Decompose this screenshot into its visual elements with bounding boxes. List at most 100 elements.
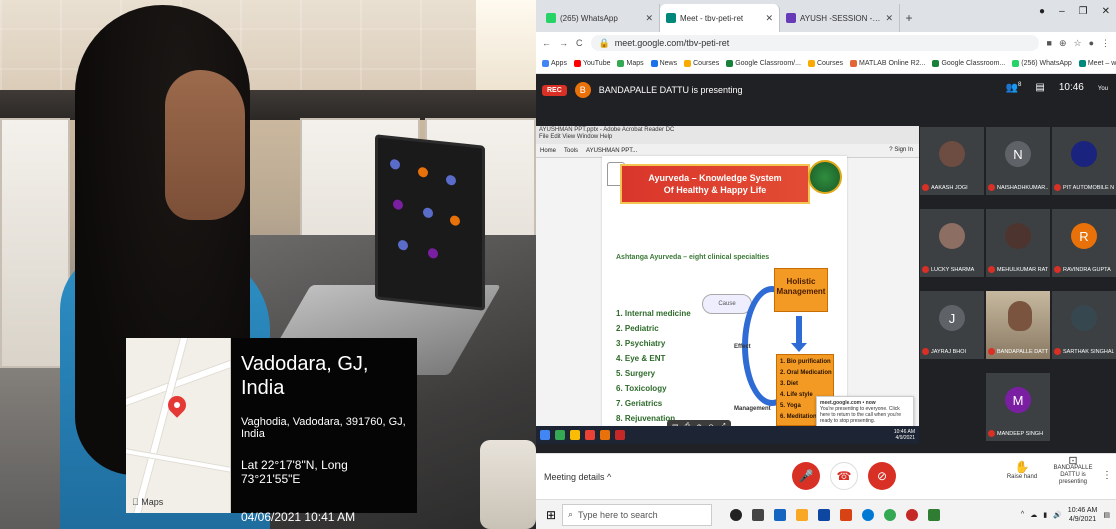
mic-muted-icon bbox=[922, 266, 929, 273]
camera-off-button[interactable]: ⊘ bbox=[868, 462, 896, 490]
volume-icon[interactable]: 🔊 bbox=[1053, 511, 1062, 519]
mic-off-button[interactable]: 🎤 bbox=[792, 462, 820, 490]
participants-icon[interactable]: 👥8 bbox=[1006, 82, 1022, 93]
bookmark-item[interactable]: Google Classroom... bbox=[932, 60, 1005, 67]
holistic-management-box: Holistic Management bbox=[774, 268, 828, 312]
green-app-icon[interactable] bbox=[928, 508, 940, 521]
tab-google-forms[interactable]: AYUSH -SESSION - Google Forms ✕ bbox=[780, 4, 900, 32]
tab-meet[interactable]: Meet - tbv-peti-ret ✕ bbox=[660, 4, 780, 32]
bookmark-item[interactable]: MATLAB Online R2... bbox=[850, 60, 925, 67]
participant-name: JAYRAJ BHOI bbox=[922, 348, 982, 355]
cortana-icon[interactable] bbox=[730, 508, 742, 521]
participant-video bbox=[1008, 301, 1032, 331]
participant-name: LUCKY SHARMA bbox=[922, 266, 982, 273]
close-window-icon[interactable]: ✕ bbox=[1102, 6, 1110, 17]
location-map:  Maps bbox=[126, 338, 231, 513]
presentation-slide: Ayurveda – Knowledge System Of Healthy &… bbox=[602, 156, 847, 432]
url-field[interactable]: 🔒 meet.google.com/tbv-peti-ret bbox=[590, 35, 1039, 51]
zoom-icon[interactable]: ⊕ bbox=[1059, 38, 1067, 49]
taskbar-search[interactable]: ⌕ Type here to search bbox=[562, 503, 712, 526]
forward-icon[interactable]: → bbox=[559, 38, 568, 48]
raise-hand-button[interactable]: ✋ Raise hand bbox=[1004, 460, 1040, 480]
reader-tab-document[interactable]: AYUSHMAN PPT... bbox=[586, 148, 637, 154]
bookmark-icon bbox=[573, 60, 581, 67]
close-icon[interactable]: ✕ bbox=[885, 13, 893, 24]
participant-grid: AAKASH JOGI N NAISHADHKUMAR... PIT AUTOMOBI… bbox=[919, 126, 1116, 456]
reader-sign-in[interactable]: ? Sign In bbox=[889, 147, 913, 153]
windows-start-icon[interactable]: ⊞ bbox=[540, 504, 562, 526]
shared-taskbar: 10:46 AM 4/9/2021 bbox=[536, 426, 919, 444]
mic-muted-icon bbox=[922, 184, 929, 191]
participant-tile[interactable]: R RAVINDRA GUPTA bbox=[1051, 208, 1116, 278]
reader-tab-tools[interactable]: Tools bbox=[564, 148, 578, 154]
edge-icon[interactable] bbox=[862, 508, 874, 521]
reload-icon[interactable]: C bbox=[576, 38, 583, 48]
mail-icon[interactable] bbox=[818, 508, 830, 521]
mic-muted-icon bbox=[1054, 184, 1061, 191]
notifications-icon[interactable]: ▤ bbox=[1103, 511, 1110, 519]
bookmark-item[interactable]: Apps bbox=[542, 60, 567, 67]
participant-tile[interactable]: LUCKY SHARMA bbox=[919, 208, 985, 278]
participant-tile[interactable]: AAKASH JOGI bbox=[919, 126, 985, 196]
menu-icon[interactable]: ⋮ bbox=[1101, 38, 1110, 49]
profile-icon[interactable]: ● bbox=[1089, 38, 1094, 49]
presenting-banner: BANDAPALLE DATTU is presenting bbox=[598, 85, 743, 95]
participant-tile[interactable]: J JAYRAJ BHOI bbox=[919, 290, 985, 360]
star-icon[interactable]: ☆ bbox=[1073, 38, 1081, 49]
participant-name: PIT AUTOMOBILE N... bbox=[1054, 184, 1114, 191]
explorer-icon[interactable] bbox=[796, 508, 808, 521]
office-icon[interactable] bbox=[840, 508, 852, 521]
bookmark-item[interactable]: Courses bbox=[684, 60, 719, 67]
camera-icon[interactable]: ■ bbox=[1047, 38, 1052, 49]
bookmark-item[interactable]: News bbox=[650, 60, 677, 67]
participant-tile[interactable]: N NAISHADHKUMAR... bbox=[985, 126, 1051, 196]
bookmark-item[interactable]: Google Classroom/... bbox=[726, 60, 801, 67]
bookmark-item[interactable]: YouTube bbox=[573, 60, 610, 67]
specialty-item: 5. Surgery bbox=[616, 369, 656, 378]
self-view[interactable]: You bbox=[1098, 82, 1108, 93]
mic-muted-icon bbox=[988, 184, 995, 191]
chrome-icon[interactable] bbox=[884, 508, 896, 521]
tray-arrow-icon[interactable]: ^ bbox=[1021, 511, 1024, 518]
account-icon[interactable]: ● bbox=[1039, 6, 1045, 17]
window-controls: ● – ❐ ✕ bbox=[1039, 6, 1110, 17]
store-icon[interactable] bbox=[774, 508, 786, 521]
opera-icon[interactable] bbox=[906, 508, 918, 521]
participant-tile[interactable]: PIT AUTOMOBILE N... bbox=[1051, 126, 1116, 196]
meet-clock: 10:46 bbox=[1058, 82, 1084, 94]
minimize-icon[interactable]: – bbox=[1059, 6, 1065, 17]
more-options-icon[interactable]: ⋮ bbox=[1102, 470, 1112, 481]
participant-name: MEHULKUMAR RAT... bbox=[988, 266, 1048, 273]
tray-clock[interactable]: 10:46 AM 4/9/2021 bbox=[1068, 506, 1098, 524]
bookmark-item[interactable]: Courses bbox=[807, 60, 843, 67]
participant-name: BANDAPALLE DATTU bbox=[988, 348, 1048, 355]
back-icon[interactable]: ← bbox=[542, 38, 551, 48]
specialty-item: 4. Eye & ENT bbox=[616, 354, 666, 363]
cause-label: Cause bbox=[702, 294, 752, 314]
chat-icon[interactable]: ▤ bbox=[1035, 82, 1044, 93]
participant-tile[interactable]: M MANDEEP SINGH bbox=[985, 372, 1051, 442]
new-tab-button[interactable]: + bbox=[900, 4, 918, 32]
close-icon[interactable]: ✕ bbox=[765, 13, 773, 24]
tab-whatsapp[interactable]: (265) WhatsApp ✕ bbox=[540, 4, 660, 32]
participant-tile[interactable]: SARTHAK SINGHAL bbox=[1051, 290, 1116, 360]
treatment-item: 3. Diet bbox=[780, 381, 799, 387]
participant-name: MANDEEP SINGH bbox=[988, 430, 1048, 437]
participant-name: RAVINDRA GUPTA bbox=[1054, 266, 1114, 273]
participant-tile[interactable]: BANDAPALLE DATTU bbox=[985, 290, 1051, 360]
laptop-screen bbox=[375, 134, 485, 311]
treatment-item: 1. Bio purification bbox=[780, 359, 831, 365]
leave-call-button[interactable]: ☎ bbox=[830, 462, 858, 490]
presenting-status-button[interactable]: ⊡ BANDAPALLE DATTU is presenting bbox=[1048, 456, 1098, 486]
close-icon[interactable]: ✕ bbox=[645, 13, 653, 24]
maximize-icon[interactable]: ❐ bbox=[1079, 6, 1088, 17]
reader-tab-home[interactable]: Home bbox=[540, 148, 556, 154]
participant-tile[interactable]: MEHULKUMAR RAT... bbox=[985, 208, 1051, 278]
cloud-icon[interactable]: ☁ bbox=[1030, 511, 1037, 519]
meeting-details-button[interactable]: Meeting details ^ bbox=[544, 472, 611, 482]
bookmark-item[interactable]: (256) WhatsApp bbox=[1012, 60, 1072, 67]
bookmark-item[interactable]: Maps bbox=[617, 60, 644, 67]
bookmark-item[interactable]: Meet – wuc-kktc-syp bbox=[1078, 60, 1116, 67]
battery-icon[interactable]: ▮ bbox=[1043, 511, 1047, 519]
task-view-icon[interactable] bbox=[752, 508, 764, 521]
